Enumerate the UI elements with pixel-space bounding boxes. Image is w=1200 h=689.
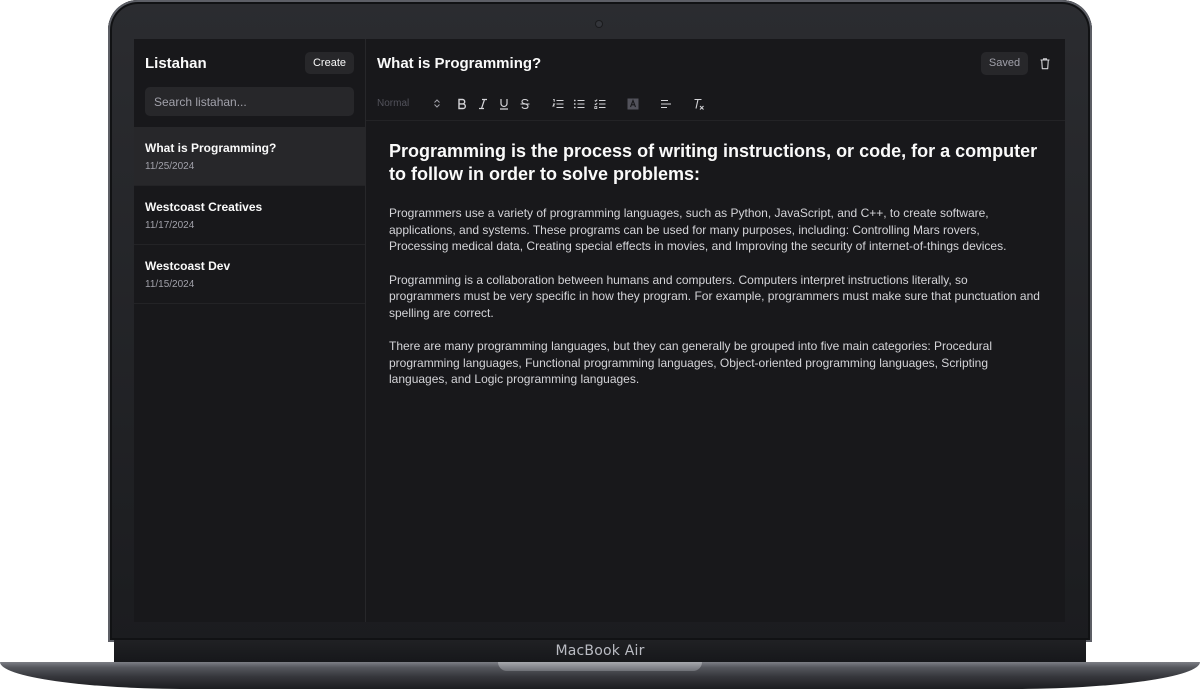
editor-content[interactable]: Programming is the process of writing in… [366, 121, 1065, 622]
laptop-hinge-notch [498, 662, 702, 671]
strikethrough-icon[interactable] [518, 97, 532, 111]
app-title: Listahan [145, 54, 207, 72]
laptop-chin: MacBook Air [114, 640, 1086, 663]
content-paragraph: Programmers use a variety of programming… [389, 206, 1007, 253]
clear-format-icon[interactable] [692, 97, 706, 111]
laptop-frame: Listahan Create What is Programming? 11/… [0, 0, 1200, 689]
underline-icon[interactable] [497, 97, 511, 111]
camera-icon [596, 21, 602, 27]
align-icon[interactable] [659, 97, 673, 111]
text-color-icon[interactable] [626, 97, 640, 111]
select-arrows-icon [434, 99, 440, 108]
format-select[interactable]: Normal [377, 98, 441, 109]
note-date: 11/15/2024 [145, 278, 195, 290]
format-select-value: Normal [377, 98, 410, 109]
note-list: What is Programming? 11/25/2024 Westcoas… [134, 127, 365, 304]
bold-icon[interactable] [455, 97, 469, 111]
header-actions: Saved [981, 51, 1054, 75]
bullet-list-icon[interactable] [572, 97, 586, 111]
italic-icon[interactable] [476, 97, 490, 111]
note-title-heading: What is Programming? [377, 54, 542, 72]
saved-status-button[interactable]: Saved [981, 51, 1028, 75]
note-item-what-is-programming[interactable]: What is Programming? 11/25/2024 [134, 127, 365, 186]
create-button[interactable]: Create [305, 52, 354, 74]
sidebar: Listahan Create What is Programming? 11/… [134, 39, 366, 622]
content-paragraph: There are many programming languages, bu… [389, 339, 993, 386]
search-input[interactable] [145, 87, 354, 116]
device-brand-label: MacBook Air [555, 643, 645, 659]
content-heading: Programming is the process of writing in… [389, 141, 1038, 184]
editor-header: What is Programming? Saved [366, 39, 1065, 87]
note-title: Westcoast Dev [145, 258, 231, 273]
note-date: 11/17/2024 [145, 219, 195, 231]
content-paragraph: Programming is a collaboration between h… [389, 272, 1040, 320]
formatting-toolbar: Normal [366, 87, 1065, 121]
app-window: Listahan Create What is Programming? 11/… [134, 39, 1065, 622]
search-wrapper [134, 87, 365, 116]
sidebar-header: Listahan Create [134, 39, 365, 87]
note-item-westcoast-creatives[interactable]: Westcoast Creatives 11/17/2024 [134, 186, 365, 245]
checklist-icon[interactable] [593, 97, 607, 111]
note-title: What is Programming? [145, 140, 277, 155]
note-item-westcoast-dev[interactable]: Westcoast Dev 11/15/2024 [134, 245, 365, 304]
note-date: 11/25/2024 [145, 160, 195, 172]
note-title: Westcoast Creatives [145, 199, 263, 214]
ordered-list-icon[interactable] [551, 97, 565, 111]
trash-icon[interactable] [1036, 54, 1054, 72]
editor-panel: What is Programming? Saved Normal Progra… [366, 39, 1065, 622]
